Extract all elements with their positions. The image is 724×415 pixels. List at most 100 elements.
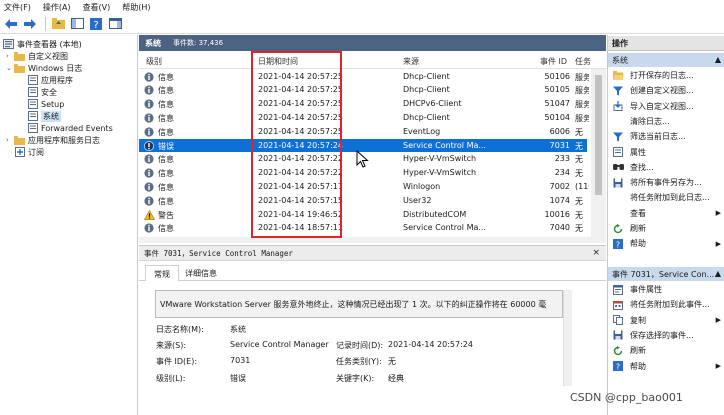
tree-view-icon[interactable] (69, 16, 85, 32)
event-list[interactable]: 级别 日期和时间 来源 事件 ID 任务 信息 2021-04-14 20:57:… (139, 51, 606, 237)
tree-security[interactable]: 安全 (27, 86, 57, 98)
action-item[interactable]: 创建自定义视图... (608, 83, 724, 98)
cell-event-id: 7031 (549, 140, 570, 150)
tree-subscriptions[interactable]: 订阅 (14, 146, 44, 158)
blank-icon (612, 208, 624, 219)
col-source[interactable]: 来源 (403, 56, 419, 67)
table-row[interactable]: 信息 2021-04-14 18:57:11 Service Control Ma.… (139, 221, 587, 235)
menu-help[interactable]: 帮助(H) (122, 2, 150, 13)
action-item[interactable]: 将所有事件另存为... (608, 175, 724, 190)
event-id-label: 事件 ID(E): (156, 357, 198, 366)
detail-scrollbar[interactable] (563, 290, 572, 386)
cell-level: 信息 (158, 155, 174, 165)
subscription-icon (14, 147, 25, 157)
menu-action[interactable]: 操作(A) (43, 2, 71, 13)
event-detail-header: 事件 7031，Service Control Manager × (139, 245, 606, 261)
folder-up-icon[interactable] (50, 16, 66, 32)
keywords-value: 经典 (388, 374, 404, 383)
action-item[interactable]: 清除日志... (608, 114, 724, 129)
tree-setup[interactable]: Setup (27, 98, 64, 110)
cell-task: 无 (575, 224, 583, 234)
log-header: 系统 事件数: 37,436 (139, 35, 606, 51)
col-datetime[interactable]: 日期和时间 (258, 56, 298, 67)
cell-datetime: 2021-04-14 18:57:11 (258, 223, 343, 233)
list-scrollbar[interactable] (591, 69, 606, 237)
table-row[interactable]: 信息 2021-04-14 20:57:25 Dhcp-Client 50104 服务 (139, 111, 589, 125)
chevron-right-icon[interactable]: › (6, 136, 14, 144)
col-task[interactable]: 任务 (575, 56, 591, 67)
cell-source: EventLog (403, 126, 441, 136)
table-row[interactable]: 信息 2021-04-14 20:57:25 Dhcp-Client 50106 服务 (139, 70, 589, 84)
tree-custom-views[interactable]: › 自定义视图 (6, 50, 68, 62)
table-row[interactable]: 警告 2021-04-14 19:46:52 DistributedCOM 10016… (139, 208, 587, 222)
forward-icon[interactable] (22, 16, 38, 32)
cell-event-id: 234 (554, 168, 570, 178)
log-icon (27, 111, 38, 121)
action-item[interactable]: 事件属性 (608, 282, 724, 297)
cell-task: 无 (575, 196, 583, 206)
cell-datetime: 2021-04-14 19:46:52 (258, 209, 343, 219)
actions-section-system[interactable]: 系统 ▲ (608, 53, 724, 67)
action-item[interactable]: ? 帮助 ▶ (608, 236, 724, 251)
tab-general[interactable]: 常规 (145, 265, 179, 281)
cell-source: Service Control Ma... (403, 223, 487, 233)
action-item[interactable]: 将任务附加到此日志... (608, 190, 724, 205)
col-level[interactable]: 级别 (146, 56, 162, 67)
tree-root-label: 事件查看器 (本地) (17, 39, 82, 49)
action-item[interactable]: 保存选择的事件... (608, 328, 724, 343)
action-item[interactable]: 打开保存的日志... (608, 68, 724, 83)
tree-app-service-logs[interactable]: › 应用程序和服务日志 (6, 134, 100, 146)
help-icon[interactable]: ? (88, 16, 104, 32)
action-item[interactable]: 将任务附加到此事件... (608, 297, 724, 312)
action-item[interactable]: 属性 (608, 145, 724, 160)
action-item[interactable]: 导入自定义视图... (608, 99, 724, 114)
info-icon (144, 127, 154, 137)
tree-windows-logs[interactable]: ⌄ Windows 日志 (6, 62, 82, 74)
cell-level: 信息 (158, 72, 174, 82)
cell-event-id: 1074 (549, 195, 570, 205)
event-message-box[interactable]: VMware Workstation Server 服务意外地终止，这种情况已经… (155, 290, 563, 318)
close-icon[interactable]: × (592, 248, 600, 258)
info-icon (144, 168, 154, 178)
console-view-icon[interactable] (107, 16, 123, 32)
action-item[interactable]: 查看 ▶ (608, 206, 724, 221)
action-label: 帮助 (630, 239, 646, 249)
table-row[interactable]: 信息 2021-04-14 20:57:25 DHCPv6-Client 51047 服… (139, 97, 589, 111)
menu-file[interactable]: 文件(F) (4, 2, 31, 13)
table-row[interactable]: 信息 2021-04-14 20:57:17 Winlogon 7002 (110 (139, 180, 589, 194)
cell-task: (110 (575, 181, 589, 191)
filter-icon (612, 131, 624, 142)
back-icon[interactable] (3, 16, 19, 32)
menu-view[interactable]: 查看(V) (83, 2, 111, 13)
action-item[interactable]: 复制 ▶ (608, 313, 724, 328)
tree-application[interactable]: 应用程序 (27, 74, 73, 86)
folder-icon (14, 63, 25, 73)
action-item[interactable]: 刷新 (608, 221, 724, 236)
collapse-icon[interactable]: ▲ (715, 269, 721, 278)
collapse-icon[interactable]: ▲ (715, 55, 721, 64)
cell-level: 信息 (158, 100, 174, 110)
table-row[interactable]: 信息 2021-04-14 20:57:25 Dhcp-Client 50105 服务 (139, 83, 589, 97)
action-item[interactable]: 筛选当前日志... (608, 129, 724, 144)
chevron-right-icon[interactable]: › (6, 52, 14, 60)
tree-forwarded-events[interactable]: Forwarded Events (27, 122, 113, 134)
cell-event-id: 51047 (544, 99, 570, 109)
cell-level: 错误 (158, 141, 174, 151)
scrollbar-thumb[interactable] (595, 75, 602, 195)
col-event-id[interactable]: 事件 ID (540, 56, 567, 67)
cell-level: 信息 (158, 196, 174, 206)
action-item[interactable]: 刷新 (608, 343, 724, 358)
action-label: 打开保存的日志... (630, 71, 694, 80)
tree-system[interactable]: 系统 (27, 110, 61, 122)
table-row[interactable]: 信息 2021-04-14 20:57:25 EventLog 6006 无 (139, 125, 587, 139)
tree-windows-logs-label: Windows 日志 (28, 63, 83, 73)
chevron-down-icon[interactable]: ⌄ (6, 64, 14, 72)
action-item[interactable]: ? 帮助 ▶ (608, 359, 724, 374)
list-horizontal-scrollbar[interactable] (139, 237, 606, 243)
action-item[interactable]: 查找... (608, 160, 724, 175)
tab-details[interactable]: 详细信息 (177, 265, 225, 281)
mouse-cursor-icon (356, 149, 370, 170)
tree-root[interactable]: 事件查看器 (本地) (3, 38, 82, 50)
table-row[interactable]: 信息 2021-04-14 20:57:15 User32 1074 无 (139, 194, 587, 208)
actions-section-event[interactable]: 事件 7031，Service Con... ▲ (608, 267, 724, 281)
